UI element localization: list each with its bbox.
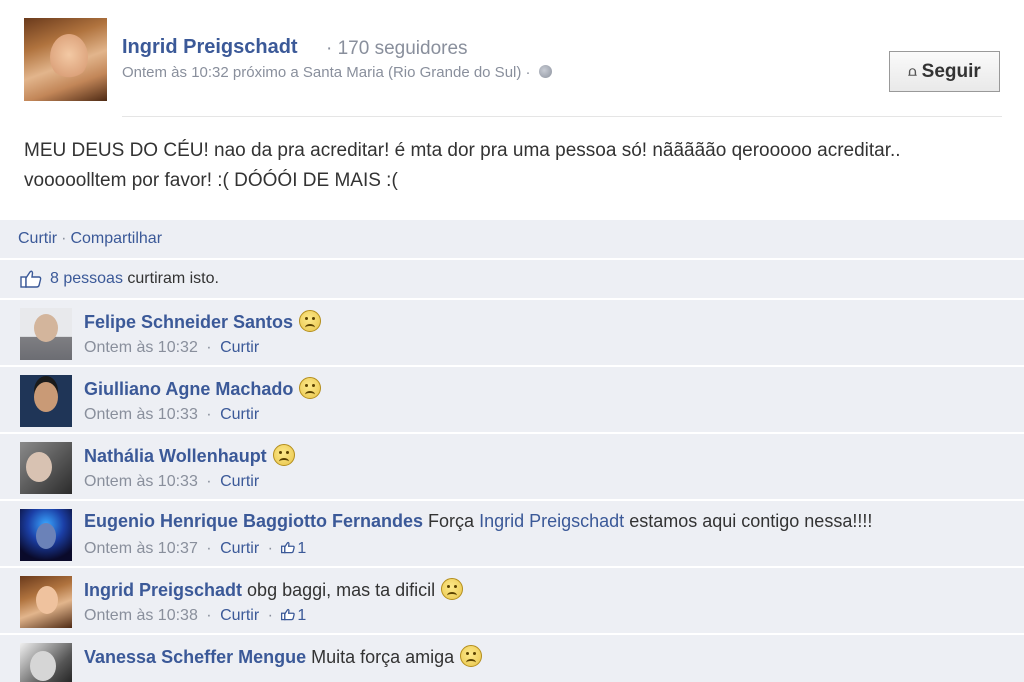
author-avatar[interactable] bbox=[24, 18, 107, 101]
comment: Felipe Schneider Santos Ontem às 10:32 ·… bbox=[0, 300, 1024, 367]
globe-icon bbox=[538, 65, 552, 78]
comment-text: obg baggi, mas ta dificil bbox=[247, 580, 436, 600]
commenter-name[interactable]: Vanessa Scheffer Mengue bbox=[84, 647, 306, 667]
comment-meta: Ontem às 10:33 · Curtir bbox=[84, 473, 259, 491]
comment-time[interactable]: Ontem às 10:33 bbox=[84, 473, 198, 490]
post-actions: Curtir · Compartilhar bbox=[0, 220, 1024, 260]
author-name[interactable]: Ingrid Preigschadt bbox=[122, 36, 298, 59]
post-text-line-1: MEU DEUS DO CÉU! nao da pra acreditar! é… bbox=[24, 140, 901, 161]
follow-button[interactable]: ⩍ Seguir bbox=[889, 51, 1000, 92]
comment: Vanessa Scheffer Mengue Muita força amig… bbox=[0, 635, 1024, 682]
follow-button-label: Seguir bbox=[921, 60, 981, 82]
comment-like-link[interactable]: Curtir bbox=[220, 540, 259, 557]
sad-face-emoji bbox=[460, 645, 483, 667]
comment-header: Giulliano Agne Machado bbox=[84, 377, 322, 400]
divider bbox=[122, 116, 1002, 117]
comment-text-before: Força bbox=[428, 511, 475, 531]
followers-count: · 170 seguidores bbox=[326, 38, 468, 59]
comment-time[interactable]: Ontem às 10:32 bbox=[84, 339, 198, 356]
commenter-name[interactable]: Eugenio Henrique Baggiotto Fernandes bbox=[84, 511, 423, 531]
separator: · bbox=[206, 406, 212, 423]
comment-time[interactable]: Ontem às 10:33 bbox=[84, 406, 198, 423]
separator: · bbox=[206, 473, 212, 490]
likes-summary: 8 pessoas curtiram isto. bbox=[0, 260, 1024, 300]
comment-like-link[interactable]: Curtir bbox=[220, 339, 259, 356]
thumbs-up-icon bbox=[281, 608, 296, 621]
comment-header: Nathália Wollenhaupt bbox=[84, 444, 295, 467]
comment-time[interactable]: Ontem às 10:38 bbox=[84, 607, 198, 624]
comment-header: Eugenio Henrique Baggiotto Fernandes For… bbox=[84, 511, 872, 532]
comment: Giulliano Agne Machado Ontem às 10:33 · … bbox=[0, 367, 1024, 434]
comment-meta: Ontem às 10:32 · Curtir bbox=[84, 339, 259, 357]
comment-header: Vanessa Scheffer Mengue Muita força amig… bbox=[84, 645, 483, 668]
separator: · bbox=[267, 607, 273, 624]
comment-like-link[interactable]: Curtir bbox=[220, 607, 259, 624]
post-timestamp-location[interactable]: Ontem às 10:32 próximo a Santa Maria (Ri… bbox=[122, 64, 531, 81]
commenter-name[interactable]: Felipe Schneider Santos bbox=[84, 312, 293, 332]
separator: · bbox=[61, 230, 67, 247]
comment-text: Força Ingrid Preigschadt estamos aqui co… bbox=[428, 511, 872, 531]
separator: · bbox=[267, 540, 273, 557]
rss-icon: ⩍ bbox=[908, 63, 917, 79]
commenter-name[interactable]: Nathália Wollenhaupt bbox=[84, 446, 267, 466]
likers-link[interactable]: 8 pessoas bbox=[50, 270, 123, 288]
comment-meta: Ontem às 10:33 · Curtir bbox=[84, 406, 259, 424]
comment-like-link[interactable]: Curtir bbox=[220, 406, 259, 423]
mention-link[interactable]: Ingrid Preigschadt bbox=[479, 511, 624, 531]
comment-like-link[interactable]: Curtir bbox=[220, 473, 259, 490]
likes-number: 1 bbox=[297, 540, 307, 557]
comment-header: Ingrid Preigschadt obg baggi, mas ta dif… bbox=[84, 578, 464, 601]
thumbs-up-icon bbox=[20, 270, 42, 288]
sad-face-emoji bbox=[441, 578, 464, 600]
comment-text-after: estamos aqui contigo nessa!!!! bbox=[629, 511, 873, 531]
likes-number: 1 bbox=[297, 607, 307, 624]
post-text-line-2: vooooolltem por favor! :( DÓÓÓI DE MAIS … bbox=[24, 170, 398, 191]
comment-meta: Ontem às 10:38 · Curtir · 1 bbox=[84, 607, 306, 625]
comment: Ingrid Preigschadt obg baggi, mas ta dif… bbox=[0, 568, 1024, 635]
commenter-avatar[interactable] bbox=[20, 509, 72, 561]
feedback-section: Curtir · Compartilhar 8 pessoas curtiram… bbox=[0, 220, 1024, 682]
comment-time[interactable]: Ontem às 10:37 bbox=[84, 540, 198, 557]
post-header: Ingrid Preigschadt · 170 seguidores Onte… bbox=[0, 0, 1024, 118]
post-body: MEU DEUS DO CÉU! nao da pra acreditar! é… bbox=[24, 136, 1014, 196]
sad-face-emoji bbox=[299, 377, 322, 399]
comment-likes-count[interactable]: 1 bbox=[281, 607, 306, 624]
comment-text: Muita força amiga bbox=[311, 647, 455, 667]
comment: Eugenio Henrique Baggiotto Fernandes For… bbox=[0, 501, 1024, 568]
commenter-avatar[interactable] bbox=[20, 308, 72, 360]
separator: · bbox=[206, 540, 212, 557]
like-link[interactable]: Curtir bbox=[18, 230, 57, 248]
post-meta: Ontem às 10:32 próximo a Santa Maria (Ri… bbox=[122, 64, 552, 81]
likes-suffix: curtiram isto. bbox=[127, 270, 219, 287]
commenter-avatar[interactable] bbox=[20, 643, 72, 682]
commenter-name[interactable]: Giulliano Agne Machado bbox=[84, 379, 293, 399]
comment: Nathália Wollenhaupt Ontem às 10:33 · Cu… bbox=[0, 434, 1024, 501]
share-link[interactable]: Compartilhar bbox=[70, 230, 162, 248]
commenter-avatar[interactable] bbox=[20, 375, 72, 427]
separator: · bbox=[206, 339, 212, 356]
comment-likes-count[interactable]: 1 bbox=[281, 540, 306, 557]
comment-meta: Ontem às 10:37 · Curtir · 1 bbox=[84, 540, 306, 558]
thumbs-up-icon bbox=[281, 541, 296, 554]
sad-face-emoji bbox=[299, 310, 322, 332]
comment-header: Felipe Schneider Santos bbox=[84, 310, 322, 333]
commenter-name[interactable]: Ingrid Preigschadt bbox=[84, 580, 242, 600]
commenter-avatar[interactable] bbox=[20, 442, 72, 494]
sad-face-emoji bbox=[272, 444, 295, 466]
commenter-avatar[interactable] bbox=[20, 576, 72, 628]
separator: · bbox=[206, 607, 212, 624]
